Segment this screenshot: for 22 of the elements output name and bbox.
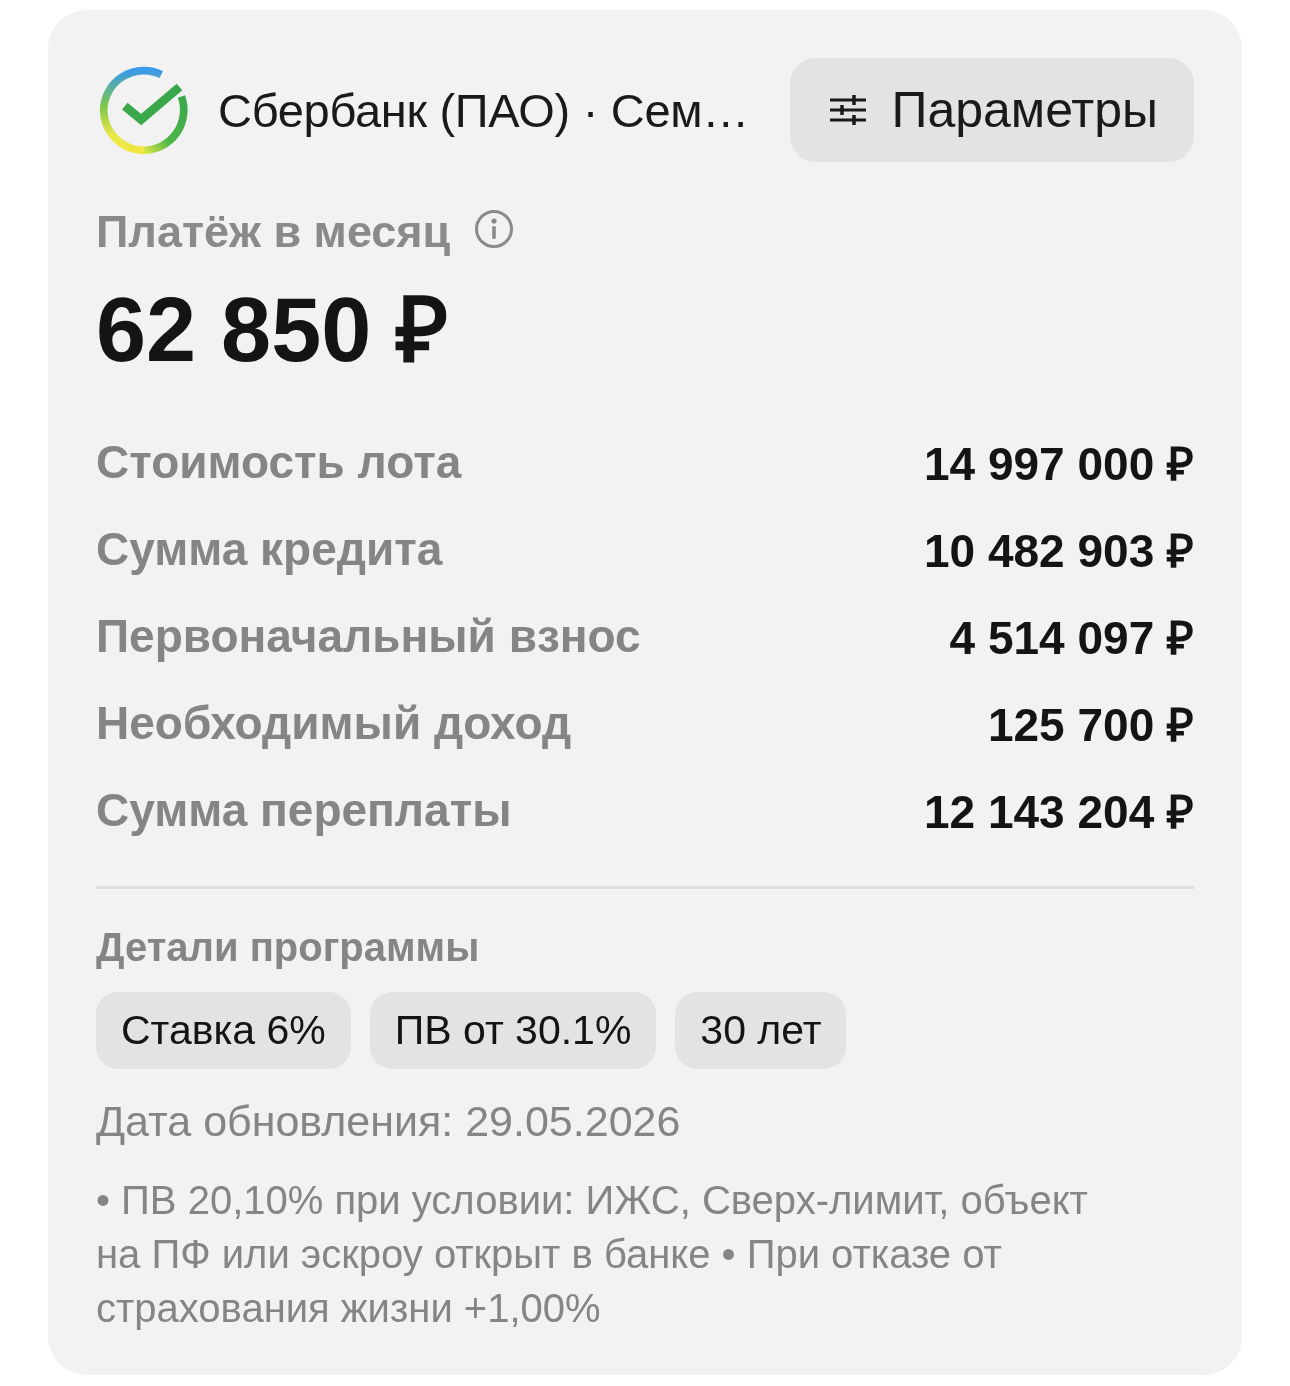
sliders-icon — [830, 95, 867, 125]
summary-label: Сумма кредита — [96, 521, 443, 576]
summary-label: Стоимость лота — [96, 434, 462, 489]
summary-value: 12 143 204 ₽ — [924, 784, 1194, 840]
bank-name: Сбербанк (ПАО) · Сем… — [218, 82, 749, 138]
program-chip: ПВ от 30.1% — [369, 992, 657, 1069]
parameters-button[interactable]: Параметры — [790, 58, 1194, 162]
summary-value: 125 700 ₽ — [987, 697, 1194, 753]
summary-label: Необходимый доход — [96, 695, 572, 750]
summary-label: Первоначальный взнос — [96, 608, 641, 663]
monthly-payment-amount: 62 850 ₽ — [96, 282, 450, 378]
program-chip: 30 лет — [675, 992, 847, 1069]
program-note: • ПВ 20,10% при условии: ИЖС, Сверх-лимит, объект на ПФ или эскроу открыт в банке • При отказе от страхования жизни +1,00% — [96, 1177, 1089, 1332]
summary-label: Сумма переплаты — [96, 782, 512, 837]
program-chip: Ставка 6% — [96, 992, 351, 1069]
program-details-title: Детали программы — [96, 924, 481, 970]
info-icon[interactable] — [474, 209, 515, 249]
summary-value: 4 514 097 ₽ — [949, 610, 1194, 666]
summary-value: 10 482 903 ₽ — [924, 523, 1194, 579]
monthly-payment-label: Платёж в месяц — [96, 206, 451, 258]
update-date: Дата обновления: 29.05.2026 — [96, 1098, 682, 1144]
summary-value: 14 997 000 ₽ — [924, 436, 1194, 492]
